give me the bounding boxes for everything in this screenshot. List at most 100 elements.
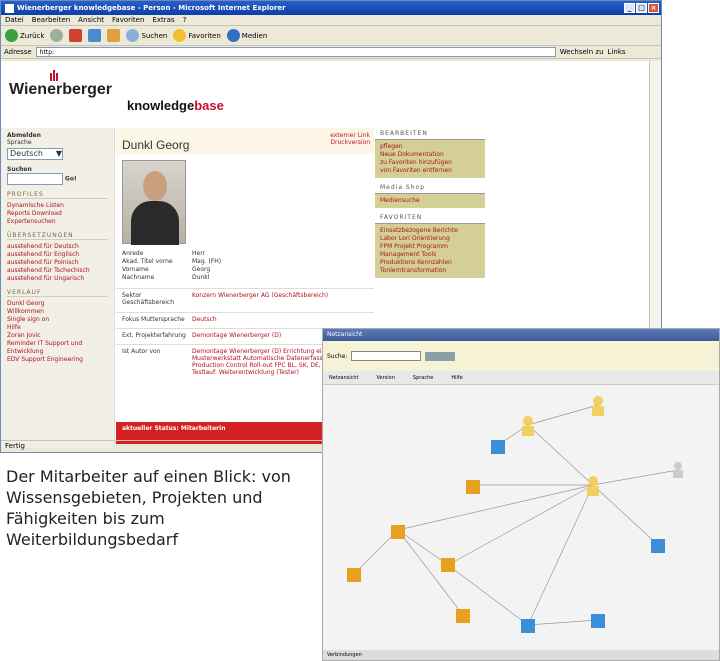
history-link[interactable]: Single sign on	[7, 316, 108, 324]
close-button[interactable]: ×	[648, 3, 659, 13]
nav-link[interactable]: ausstehend für Deutsch	[7, 243, 108, 251]
edit-link[interactable]: Neue Dokumentation	[380, 151, 480, 159]
stop-button[interactable]	[69, 29, 83, 42]
search-go-button[interactable]: Go!	[65, 176, 77, 183]
topic-node[interactable]	[521, 619, 535, 633]
window-title: Wienerberger knowledgebase - Person - Mi…	[17, 4, 286, 12]
topic-node[interactable]	[441, 558, 455, 572]
nav-link[interactable]: ausstehend für Polnisch	[7, 259, 108, 267]
person-photo	[122, 160, 186, 245]
menu-file[interactable]: Datei	[5, 16, 24, 24]
history-link[interactable]: Reminder IT Support und Entwicklung	[7, 340, 108, 356]
history-link[interactable]: Willkommen	[7, 308, 108, 316]
media-link[interactable]: Mediensuche	[380, 197, 480, 205]
print-link[interactable]: Druckversion	[330, 139, 370, 146]
favorite-link[interactable]: Tonlerntransformation	[380, 267, 480, 275]
language-label: Sprache	[7, 139, 32, 146]
translations-heading: ÜBERSETZUNGEN	[7, 232, 108, 240]
search-icon	[126, 29, 140, 42]
address-input[interactable]: http:	[35, 47, 556, 57]
person-node[interactable]	[522, 416, 534, 436]
home-button[interactable]	[107, 29, 121, 42]
favorites-button[interactable]: Favoriten	[173, 29, 221, 42]
field-row: Nachname Dunkl	[122, 274, 210, 281]
title-bar: Wienerberger knowledgebase - Person - Mi…	[1, 1, 661, 15]
minimize-button[interactable]: _	[624, 3, 635, 13]
person-node[interactable]	[587, 476, 599, 496]
topic-node[interactable]	[347, 568, 361, 582]
go-button[interactable]: Wechseln zu	[560, 48, 604, 56]
graph-edge	[397, 529, 449, 566]
language-select[interactable]: Deutsch ▼	[7, 148, 63, 160]
favorite-link[interactable]: Labor Lori Orientierung	[380, 235, 480, 243]
person-node[interactable]	[673, 462, 683, 478]
favorite-link[interactable]: Produktions Kennzahlen	[380, 259, 480, 267]
media-button[interactable]: Medien	[226, 29, 267, 42]
menu-help[interactable]: ?	[183, 16, 187, 24]
graph-search-bar: Suche:	[323, 341, 719, 371]
edit-link[interactable]: pflegen	[380, 143, 480, 151]
divider	[116, 312, 374, 313]
favorite-link[interactable]: Einsatzbezogene Berichte	[380, 227, 480, 235]
profiles-heading: PROFILES	[7, 191, 108, 199]
field-row: Vorname Georg	[122, 266, 211, 273]
edit-link[interactable]: von Favoriten entfernen	[380, 167, 480, 175]
menu-favorites[interactable]: Favoriten	[112, 16, 144, 24]
toolbar: Zurück Suchen Favoriten Medien	[1, 26, 661, 46]
search-button[interactable]: Suchen	[126, 29, 167, 42]
topic-node[interactable]	[456, 609, 470, 623]
back-button[interactable]: Zurück	[5, 29, 44, 42]
forward-button[interactable]	[50, 29, 64, 42]
nav-link[interactable]: ausstehend für Tschechisch	[7, 267, 108, 275]
person-node[interactable]	[592, 396, 604, 416]
nav-link[interactable]: Expertensuchen	[7, 218, 108, 226]
topic-node[interactable]	[491, 440, 505, 454]
menu-tools[interactable]: Extras	[152, 16, 174, 24]
topic-node[interactable]	[591, 614, 605, 628]
refresh-icon	[88, 29, 102, 42]
topic-node[interactable]	[651, 539, 665, 553]
caption-text: Der Mitarbeiter auf einen Blick: von Wis…	[6, 467, 291, 549]
graph-search-button[interactable]	[425, 351, 456, 361]
tab-help[interactable]: Hilfe	[451, 375, 462, 381]
favorite-link[interactable]: FPM Projekt Programm Management Tools	[380, 243, 480, 259]
links-label[interactable]: Links	[608, 48, 626, 56]
menu-edit[interactable]: Bearbeiten	[32, 16, 70, 24]
menu-view[interactable]: Ansicht	[78, 16, 104, 24]
field-row: Anrede Herr	[122, 250, 206, 257]
external-link[interactable]: externer Link	[330, 132, 370, 139]
history-link[interactable]: Zoran Jovic	[7, 332, 108, 340]
graph-edge	[527, 404, 599, 426]
graph-search-input[interactable]	[351, 351, 422, 361]
nav-link[interactable]: ausstehend für Englisch	[7, 251, 108, 259]
search-input[interactable]	[7, 173, 63, 185]
nav-link[interactable]: Dynamische Listen	[7, 202, 108, 210]
left-sidebar: Abmelden Sprache Deutsch ▼ Suchen Go! PRO…	[1, 128, 115, 448]
nav-link[interactable]: Reports Download	[7, 210, 108, 218]
edit-link[interactable]: zu Favoriten hinzufügen	[380, 159, 480, 167]
history-link[interactable]: EDV Support Engineering	[7, 356, 108, 364]
tab-version[interactable]: Version	[377, 375, 395, 381]
edit-heading: BEARBEITEN	[375, 128, 485, 140]
topic-node[interactable]	[391, 525, 405, 539]
graph-title: Netzansicht	[323, 329, 719, 341]
nav-link[interactable]: ausstehend für Ungarisch	[7, 275, 108, 283]
history-heading: VERLAUF	[7, 289, 108, 297]
tab-network[interactable]: Netzansicht	[329, 375, 359, 381]
knowledgebase-title: knowledgebase	[127, 98, 224, 113]
tab-language[interactable]: Sprache	[413, 375, 433, 381]
media-heading: Media Shop	[375, 182, 485, 194]
topic-node[interactable]	[466, 480, 480, 494]
wienerberger-logo-icon	[50, 70, 58, 81]
edit-box: pflegen Neue Dokumentation zu Favoriten …	[375, 140, 485, 178]
logout-link[interactable]: Abmelden	[7, 132, 108, 139]
app-icon	[5, 3, 14, 13]
maximize-button[interactable]: □	[636, 3, 647, 13]
history-link[interactable]: Hilfe	[7, 324, 108, 332]
refresh-button[interactable]	[88, 29, 102, 42]
graph-edge	[527, 619, 599, 626]
graph-edge	[592, 484, 659, 546]
info-row: Fokus Muttersprache Deutsch	[122, 316, 217, 323]
history-link[interactable]: Dunkl Georg	[7, 300, 108, 308]
media-box: Mediensuche	[375, 194, 485, 208]
